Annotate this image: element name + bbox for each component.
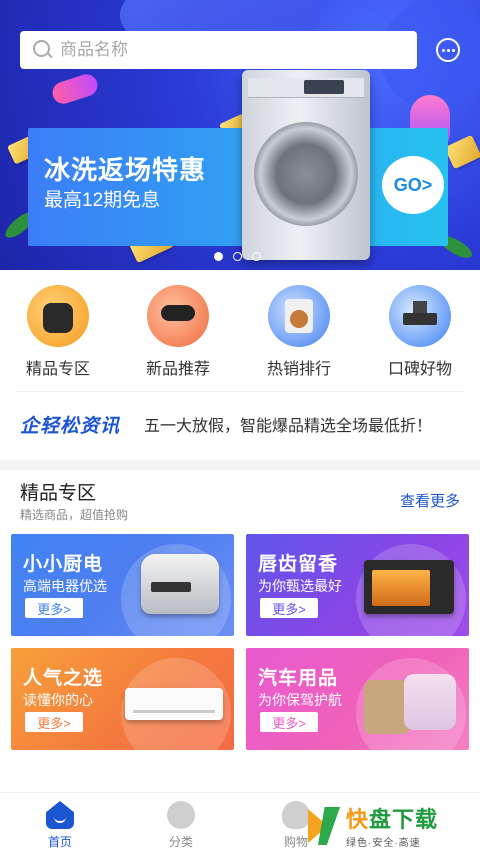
dot [451,48,455,52]
category-icon [167,801,195,829]
card-subtitle: 高端电器优选 [23,578,107,594]
go-button[interactable]: GO> [382,156,444,214]
card-subtitle: 读懂你的心 [23,692,93,708]
washing-machine-image [242,70,370,260]
category-label: 口碑好物 [387,361,452,378]
more-button[interactable]: 更多> [260,712,318,732]
carousel-indicator [214,252,261,261]
product-card-food[interactable]: 唇齿留香 为你甄选最好 更多> [246,534,469,636]
card-subtitle: 为你甄选最好 [258,578,342,594]
oven-image [364,560,454,614]
category-item-featured[interactable]: 精品专区 [8,285,108,379]
category-item-praise[interactable]: 口碑好物 [370,285,470,379]
product-card-popular[interactable]: 人气之选 读懂你的心 更多> [11,648,234,750]
watermark-title: 快盘下载 [346,802,438,834]
watermark-title-first: 快 [346,806,370,832]
category-label: 新品推荐 [145,361,210,378]
news-headline[interactable]: 五一大放假，智能爆品精选全场最低折！ [144,412,432,436]
washing-machine-icon [268,285,330,347]
divider [16,391,464,392]
tab-category[interactable]: 分类 [141,801,221,850]
app-screen: 冰洗返场特惠 最高12期免息 GO> 精品专区 新品推荐 热销排行 [0,0,480,854]
more-button[interactable]: 更多> [25,598,83,618]
washer-door [254,122,358,226]
category-item-new[interactable]: 新品推荐 [128,285,228,379]
card-title: 人气之选 [23,668,104,689]
home-icon [46,801,74,829]
promo-title: 冰洗返场特惠 [44,155,207,185]
search-input[interactable] [60,40,400,60]
rice-cooker-image [141,554,219,614]
product-card-car[interactable]: 汽车用品 为你保驾护航 更多> [246,648,469,750]
washer-display [304,80,344,94]
watermark-logo-icon [308,803,344,847]
dot [441,48,445,52]
category-label: 热销排行 [266,361,331,378]
view-more-link[interactable]: 查看更多 [400,490,460,511]
carousel-dot[interactable] [252,252,261,261]
promo-subtitle: 最高12期免息 [44,190,161,211]
section-subtitle: 精选商品，超值抢购 [20,508,129,522]
news-ticker[interactable]: 企轻松资讯 五一大放假，智能爆品精选全场最低折！ [20,410,460,438]
promo-banner[interactable]: 冰洗返场特惠 最高12期免息 GO> [0,0,480,270]
search-bar[interactable] [20,31,417,69]
banner-decoration [49,71,101,107]
watermark-title-rest: 盘下载 [369,806,439,832]
site-watermark: 快盘下载 绿色·安全·高速 [308,800,480,850]
tab-label: 分类 [168,835,193,849]
section-separator [0,460,480,470]
section-title: 精品专区 [20,483,97,504]
car-pillow-image [364,674,456,738]
coin-decoration [444,134,480,170]
tab-home[interactable]: 首页 [20,801,100,850]
product-card-kitchen[interactable]: 小小厨电 高端电器优选 更多> [11,534,234,636]
carousel-dot[interactable] [233,252,242,261]
carousel-dot[interactable] [214,252,223,261]
cart-icon [282,801,310,829]
watermark-text: 快盘下载 绿色·安全·高速 [346,802,438,849]
card-title: 小小厨电 [23,554,104,575]
category-row: 精品专区 新品推荐 热销排行 口碑好物 [0,285,480,380]
card-title: 汽车用品 [258,668,339,689]
hair-dryer-icon [147,285,209,347]
more-button[interactable]: 更多> [260,598,318,618]
dot [446,48,450,52]
search-icon [32,39,54,61]
category-item-hot[interactable]: 热销排行 [249,285,349,379]
air-conditioner-image [125,688,223,720]
news-logo: 企轻松资讯 [20,415,121,437]
range-hood-icon [389,285,451,347]
more-button[interactable]: 更多> [25,712,83,732]
card-title: 唇齿留香 [258,554,339,575]
rice-cooker-icon [27,285,89,347]
message-button[interactable] [436,38,460,62]
tab-label: 首页 [47,835,72,849]
card-subtitle: 为你保驾护航 [258,692,342,708]
category-label: 精品专区 [25,361,90,378]
watermark-slogan: 绿色·安全·高速 [346,837,421,849]
